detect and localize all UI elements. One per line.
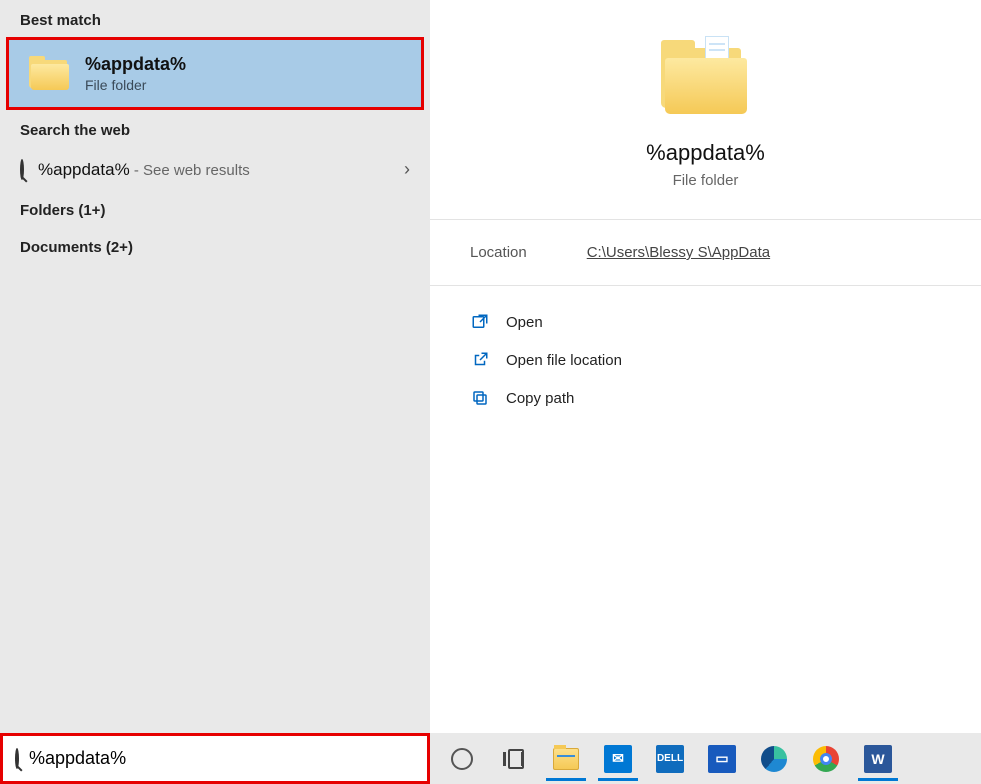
search-input[interactable]	[29, 748, 415, 769]
best-match-text: %appdata% File folder	[85, 54, 186, 93]
dell-icon: DELL	[656, 745, 684, 773]
chrome-icon	[813, 746, 839, 772]
open-file-location-action[interactable]: Open file location	[460, 342, 951, 378]
open-location-icon	[470, 350, 490, 370]
taskbar: ✉ DELL ▭ W	[430, 733, 981, 784]
copy-icon	[470, 388, 490, 408]
open-label: Open	[506, 314, 543, 331]
task-view-icon	[502, 749, 526, 769]
dell-app-button[interactable]: DELL	[646, 737, 694, 781]
copy-path-action[interactable]: Copy path	[460, 380, 951, 416]
folder-icon	[661, 40, 751, 116]
folder-icon	[29, 56, 71, 92]
word-button[interactable]: W	[854, 737, 902, 781]
location-row: Location C:\Users\Blessy S\AppData	[430, 220, 981, 286]
office-app-button[interactable]: ▭	[698, 737, 746, 781]
cortana-button[interactable]	[438, 737, 486, 781]
search-icon	[20, 161, 24, 179]
web-result-query: %appdata%	[38, 160, 130, 179]
documents-category[interactable]: Documents (2+)	[0, 229, 430, 266]
preview-header: %appdata% File folder	[430, 0, 981, 220]
edge-button[interactable]	[750, 737, 798, 781]
actions-list: Open Open file location Copy path	[430, 286, 981, 434]
office-icon: ▭	[708, 745, 736, 773]
results-list: Best match %appdata% File folder Search …	[0, 0, 430, 733]
mail-icon: ✉	[604, 745, 632, 773]
location-path[interactable]: C:\Users\Blessy S\AppData	[587, 244, 770, 261]
task-view-button[interactable]	[490, 737, 538, 781]
file-explorer-button[interactable]	[542, 737, 590, 781]
best-match-title: %appdata%	[85, 54, 186, 75]
folders-category[interactable]: Folders (1+)	[0, 192, 430, 229]
copy-path-label: Copy path	[506, 390, 574, 407]
open-icon	[470, 312, 490, 332]
edge-icon	[761, 746, 787, 772]
web-result-hint: - See web results	[130, 162, 250, 179]
preview-pane: %appdata% File folder Location C:\Users\…	[430, 0, 981, 733]
word-icon: W	[864, 745, 892, 773]
chevron-right-icon: ›	[404, 159, 410, 180]
preview-subtitle: File folder	[673, 172, 739, 189]
chrome-button[interactable]	[802, 737, 850, 781]
taskbar-area: ✉ DELL ▭ W	[0, 733, 981, 784]
search-icon	[15, 750, 19, 768]
best-match-item[interactable]: %appdata% File folder	[6, 37, 424, 110]
cortana-icon	[451, 748, 473, 770]
open-action[interactable]: Open	[460, 304, 951, 340]
open-location-label: Open file location	[506, 352, 622, 369]
web-result-item[interactable]: %appdata% - See web results ›	[0, 147, 430, 192]
best-match-header: Best match	[0, 0, 430, 37]
search-results-panel: Best match %appdata% File folder Search …	[0, 0, 981, 733]
file-explorer-icon	[553, 748, 579, 770]
search-box[interactable]	[0, 733, 430, 784]
search-web-header: Search the web	[0, 110, 430, 147]
preview-title: %appdata%	[646, 140, 765, 166]
mail-app-button[interactable]: ✉	[594, 737, 642, 781]
location-label: Location	[470, 244, 527, 261]
best-match-subtitle: File folder	[85, 77, 186, 93]
